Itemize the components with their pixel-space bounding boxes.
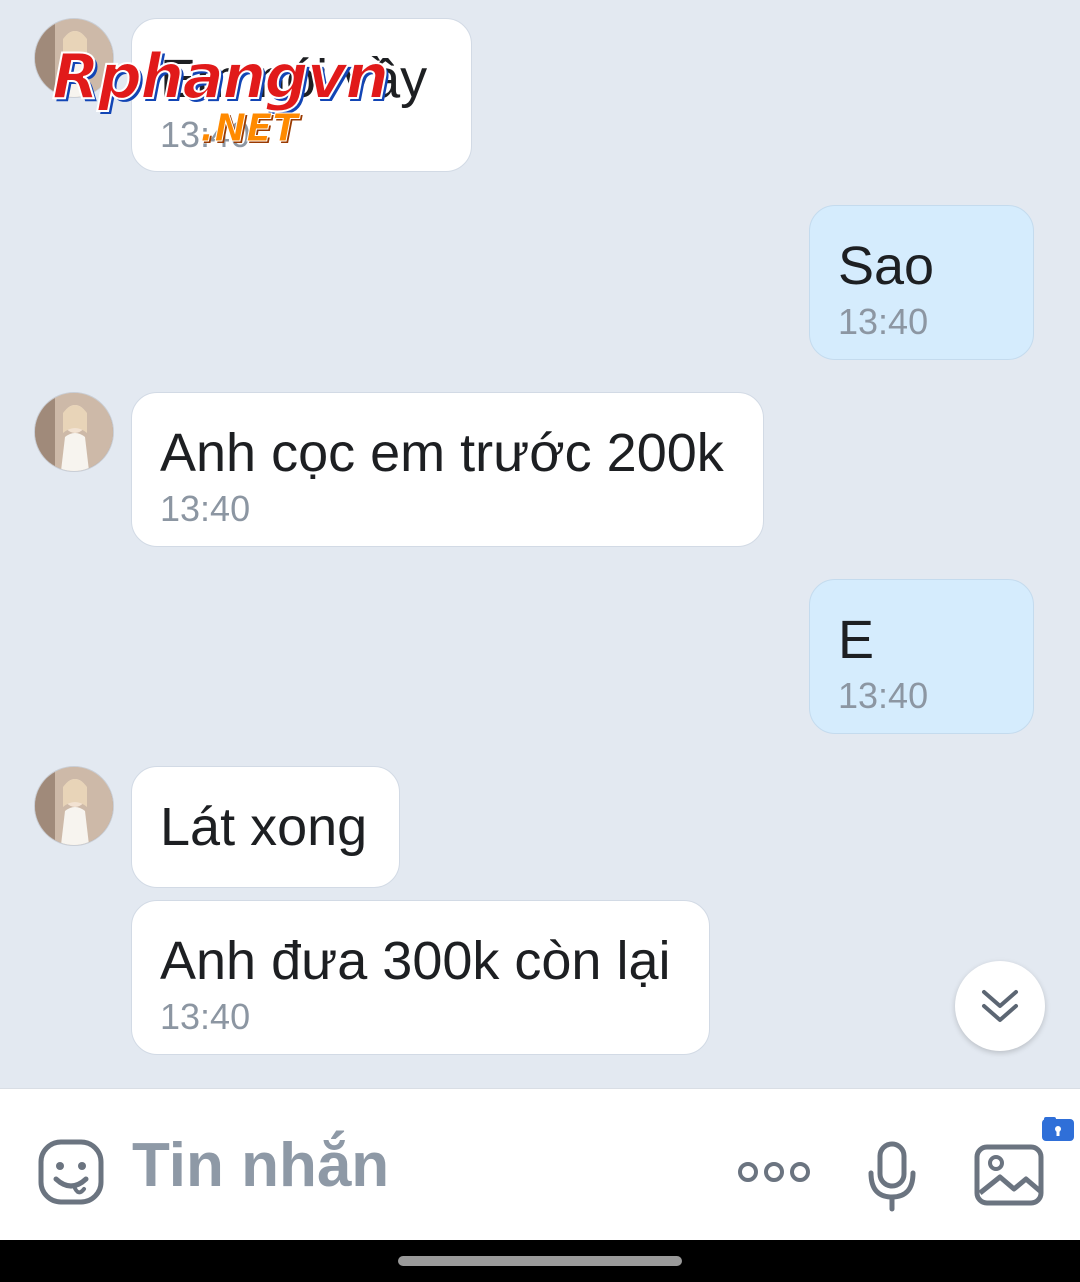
message-text: Sao <box>838 236 935 296</box>
sticker-icon[interactable] <box>38 1139 104 1210</box>
message-time: 13:40 <box>838 675 929 716</box>
message-bubble-incoming[interactable]: Anh đưa 300k còn lại 13:40 <box>131 900 710 1055</box>
avatar-photo-icon <box>35 767 113 845</box>
watermark-logo: Rphangvn .NET <box>51 40 392 154</box>
contact-avatar[interactable] <box>34 766 114 846</box>
message-time: 13:40 <box>160 488 251 529</box>
message-text: Lát xong <box>160 797 368 857</box>
message-bubble-incoming[interactable]: Anh cọc em trước 200k 13:40 <box>131 392 764 547</box>
watermark-line2: .NET <box>199 106 299 151</box>
system-navigation-bar <box>0 1240 1080 1282</box>
message-text: Anh đưa 300k còn lại <box>160 931 671 991</box>
scroll-to-bottom-button[interactable] <box>955 961 1045 1051</box>
message-composer: Tin nhắn <box>0 1088 1080 1241</box>
message-bubble-incoming[interactable]: Lát xong <box>131 766 400 888</box>
message-text: E <box>838 610 875 670</box>
more-icon[interactable] <box>736 1159 812 1190</box>
message-text: Anh cọc em trước 200k <box>160 423 724 483</box>
microphone-icon[interactable] <box>866 1141 918 1218</box>
avatar-photo-icon <box>35 393 113 471</box>
home-gesture-handle[interactable] <box>398 1256 682 1266</box>
chat-area[interactable]: Em nói vầy 13:40 Rphangvn .NET Sao 13:40… <box>0 0 1080 1088</box>
message-input[interactable]: Tin nhắn <box>132 1131 389 1201</box>
message-bubble-outgoing[interactable]: Sao 13:40 <box>809 205 1034 360</box>
message-bubble-outgoing[interactable]: E 13:40 <box>809 579 1034 734</box>
contact-avatar[interactable] <box>34 392 114 472</box>
message-time: 13:40 <box>838 301 929 342</box>
double-chevron-down-icon <box>982 990 1018 1022</box>
watermark-line1: Rphangvn <box>51 40 390 113</box>
gallery-icon[interactable] <box>974 1139 1046 1216</box>
message-time: 13:40 <box>160 996 251 1037</box>
cloud-badge-icon <box>1042 1117 1074 1148</box>
